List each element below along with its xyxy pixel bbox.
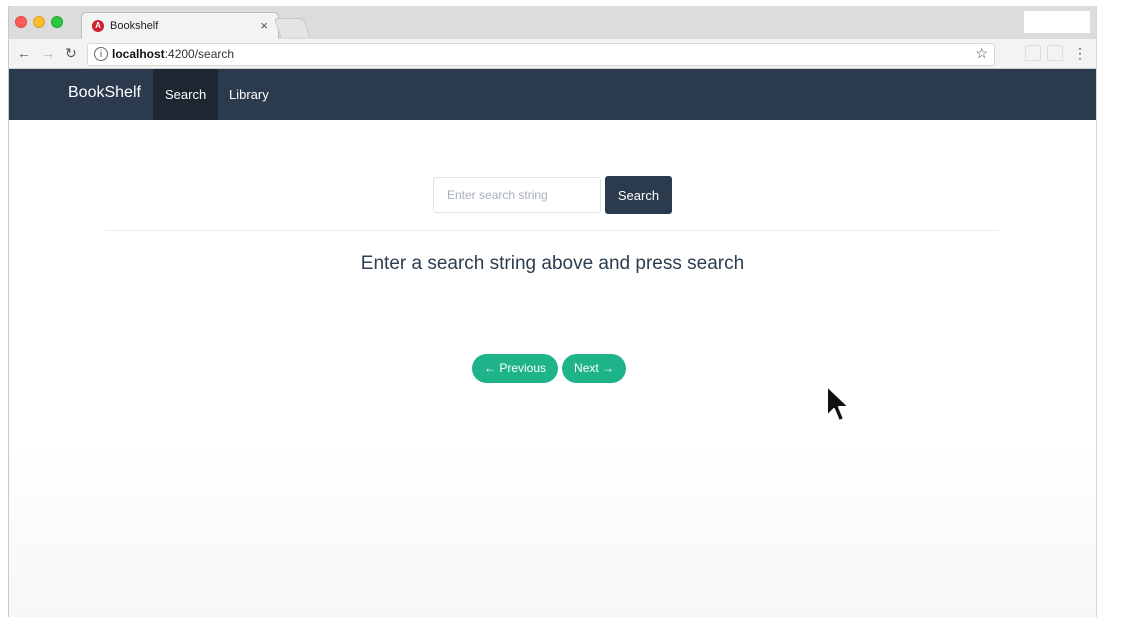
kebab-menu-icon[interactable]: ⋮ [1073,45,1087,62]
next-page-button[interactable]: Next → [562,354,627,383]
main-content: Search Enter a search string above and p… [9,120,1096,617]
arrow-left-icon[interactable]: ← [17,45,31,61]
empty-state-message: Enter a search string above and press se… [360,253,745,274]
browser-titlebar: A Bookshelf × [9,6,1096,40]
browser-tab[interactable]: A Bookshelf × [81,12,279,40]
extension-icon[interactable] [1025,45,1041,61]
brand-logo-text[interactable]: BookShelf [68,84,141,102]
browser-toolbar: ← → ↻ i localhost:4200/search ☆ ⋮ [9,39,1096,69]
nav-item-library[interactable]: Library [217,69,281,120]
search-input[interactable] [433,177,601,213]
minimize-window-button[interactable] [33,16,45,28]
window-controls [15,16,63,28]
extension-icon[interactable] [1047,45,1063,61]
url-host: localhost [112,47,165,61]
url-text[interactable]: localhost:4200/search [112,47,234,61]
info-icon[interactable]: i [94,47,108,61]
new-tab-button[interactable] [273,18,311,37]
nav-item-search[interactable]: Search [153,69,219,120]
profile-area [1024,11,1090,33]
mouse-pointer-icon [826,385,850,422]
browser-window: A Bookshelf × ← → ↻ i localhost:4200/sea… [8,6,1097,617]
arrow-right-icon[interactable]: → [41,45,55,61]
pagination: ← Previous Next → [472,354,627,383]
star-icon[interactable]: ☆ [975,45,988,62]
search-button[interactable]: Search [605,176,672,214]
tab-close-icon[interactable]: × [260,18,268,33]
close-window-button[interactable] [15,16,27,28]
previous-page-button[interactable]: ← Previous [472,354,559,383]
address-bar[interactable]: i localhost:4200/search ☆ [87,43,995,66]
tab-title: Bookshelf [110,20,159,32]
divider [105,230,999,231]
url-path: :4200/search [164,47,235,61]
maximize-window-button[interactable] [51,16,63,28]
angular-logo-icon: A [92,20,104,32]
app-navbar: BookShelf Search Library [9,69,1096,120]
reload-icon[interactable]: ↻ [65,45,77,62]
